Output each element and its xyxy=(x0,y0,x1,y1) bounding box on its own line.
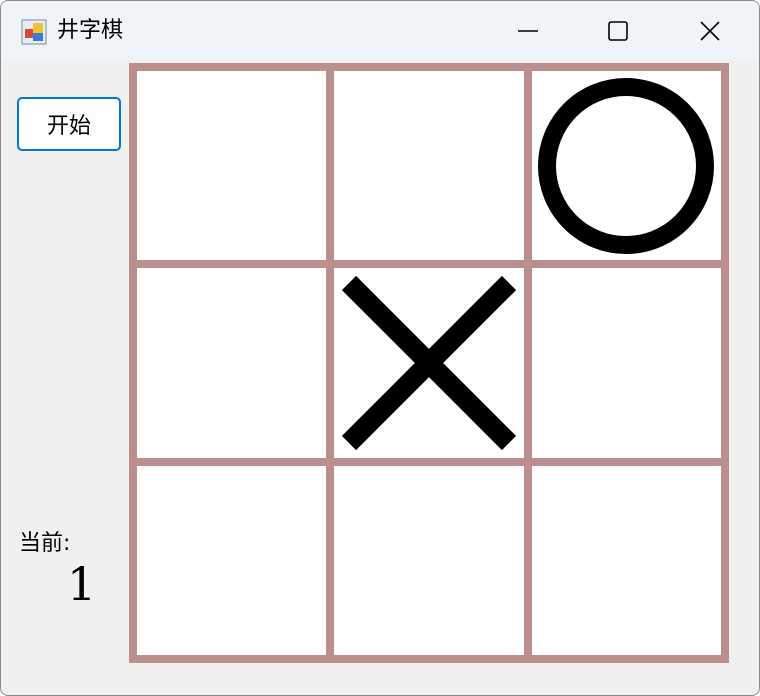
start-button[interactable]: 开始 xyxy=(17,97,121,151)
app-window: 井字棋 开始 当前: 1 xyxy=(0,0,760,696)
board-cell-3[interactable] xyxy=(531,71,721,261)
maximize-button[interactable] xyxy=(573,1,663,61)
window-title: 井字棋 xyxy=(57,18,124,43)
board-cell-1[interactable] xyxy=(137,71,327,261)
close-icon xyxy=(700,21,720,41)
title-bar[interactable]: 井字棋 xyxy=(1,1,759,61)
minimize-icon xyxy=(518,30,538,32)
o-mark-icon xyxy=(538,77,715,254)
app-icon xyxy=(21,19,47,45)
board-cell-5[interactable] xyxy=(334,268,524,458)
current-player-label: 当前: xyxy=(19,531,71,556)
current-player-value: 1 xyxy=(67,557,97,611)
board-cell-6[interactable] xyxy=(531,268,721,458)
x-mark-icon xyxy=(341,275,517,451)
game-board xyxy=(129,63,729,663)
board-cell-8[interactable] xyxy=(334,465,524,655)
close-button[interactable] xyxy=(665,1,755,61)
minimize-button[interactable] xyxy=(483,1,573,61)
board-cell-4[interactable] xyxy=(137,268,327,458)
board-cell-9[interactable] xyxy=(531,465,721,655)
maximize-icon xyxy=(608,21,628,41)
board-cell-2[interactable] xyxy=(334,71,524,261)
board-cell-7[interactable] xyxy=(137,465,327,655)
